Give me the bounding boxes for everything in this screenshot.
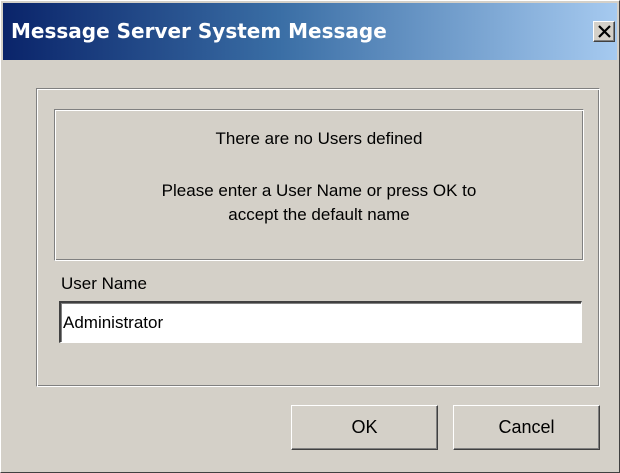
window-title: Message Server System Message: [11, 19, 387, 43]
dialog-window: Message Server System Message There are …: [0, 0, 620, 473]
cancel-button[interactable]: Cancel: [453, 405, 600, 450]
title-bar[interactable]: Message Server System Message: [3, 3, 617, 60]
user-name-input[interactable]: [59, 301, 582, 343]
message-instructions-line1: Please enter a User Name or press OK to: [161, 181, 477, 200]
user-name-label: User Name: [61, 274, 147, 293]
close-button[interactable]: [593, 21, 615, 42]
message-panel: There are no Users defined Please enter …: [54, 109, 584, 261]
message-instructions-line2: accept the default name: [228, 205, 410, 224]
message-instructions: Please enter a User Name or press OK to …: [55, 179, 583, 227]
close-icon: [598, 25, 611, 38]
message-no-users: There are no Users defined: [215, 129, 423, 148]
ok-button[interactable]: OK: [291, 405, 438, 450]
